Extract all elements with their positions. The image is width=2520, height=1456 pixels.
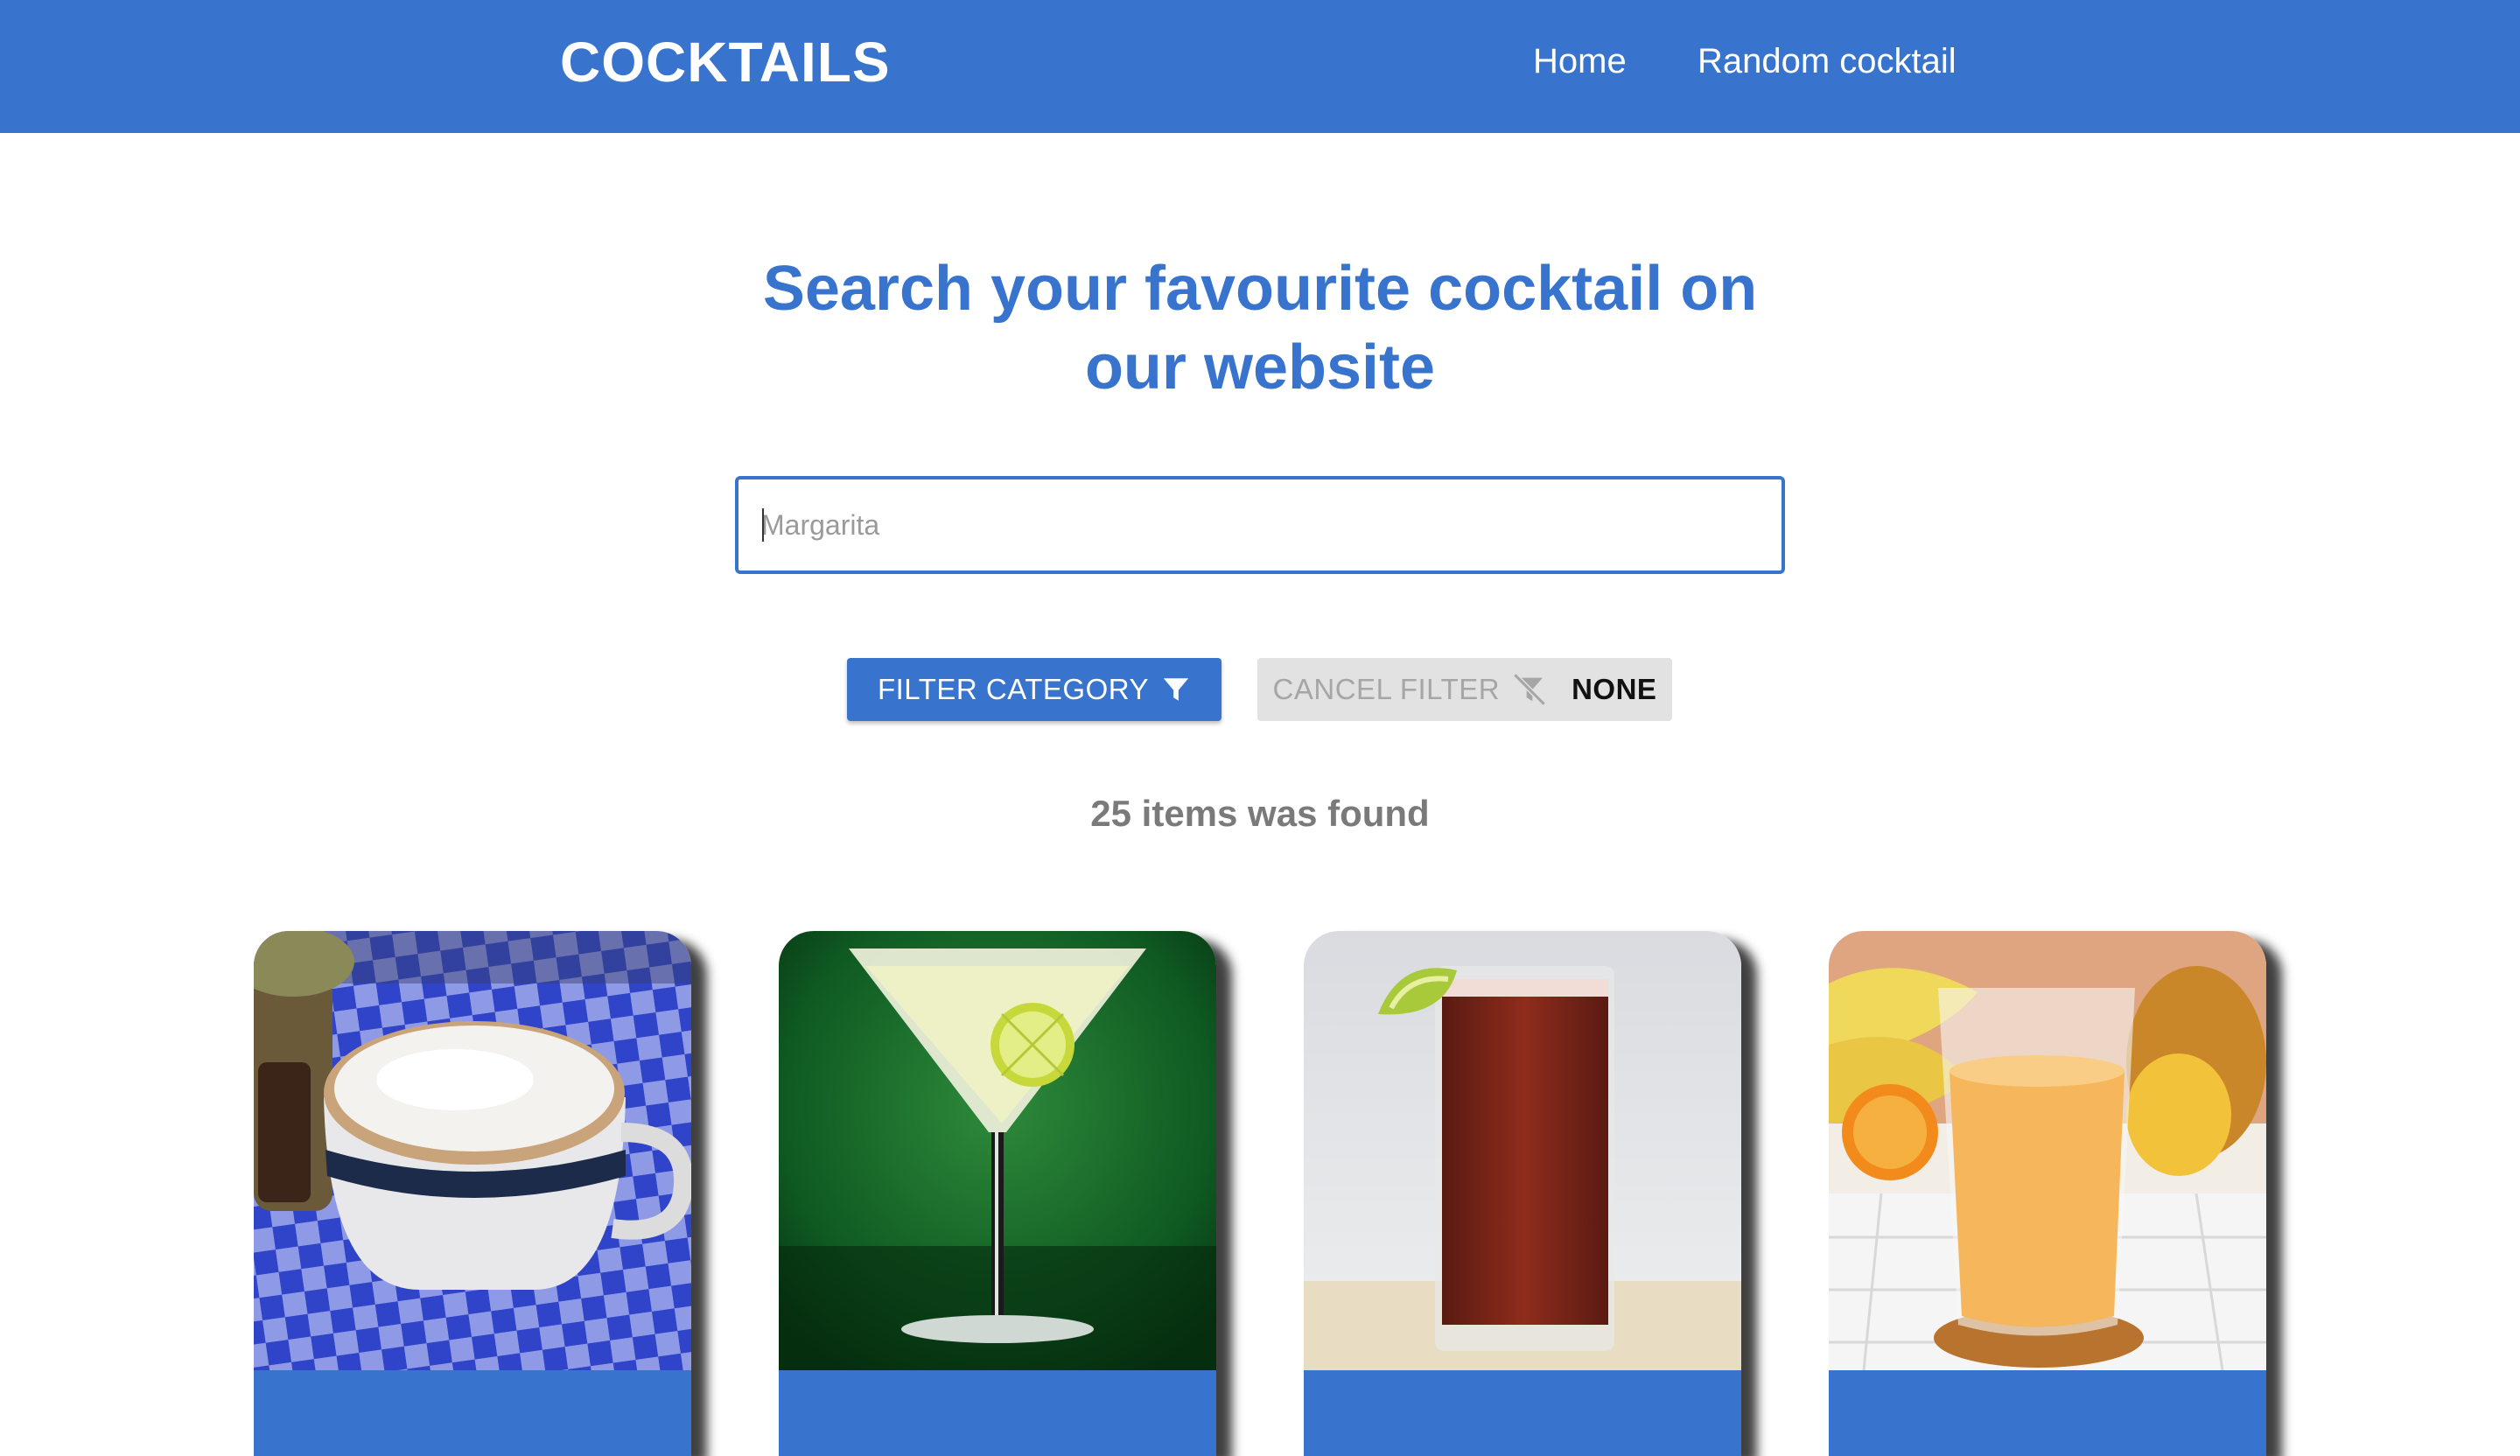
- headline-line-2: our website: [1084, 332, 1436, 402]
- filter-category-button[interactable]: FILTER CATEGORY: [847, 658, 1222, 721]
- top-navbar: COCKTAILS Home Random cocktail: [0, 0, 2520, 133]
- card-caption-band: [254, 1370, 691, 1456]
- card-caption-band: [779, 1370, 1216, 1456]
- search-field[interactable]: [735, 476, 1785, 574]
- nav-home-link[interactable]: Home: [1533, 42, 1627, 81]
- cocktail-image-red-drink: [1304, 931, 1741, 1370]
- filter-off-icon: [1512, 672, 1547, 707]
- text-caret: [762, 508, 764, 542]
- page-headline: Search your favourite cocktail on our we…: [648, 249, 1872, 407]
- brand-logo[interactable]: COCKTAILS: [560, 30, 891, 94]
- cancel-filter-button[interactable]: CANCEL FILTER NONE: [1257, 658, 1672, 721]
- headline-line-1: Search your favourite cocktail on: [762, 254, 1758, 324]
- cocktail-image-martini: [779, 931, 1216, 1370]
- cocktail-card[interactable]: [254, 931, 691, 1456]
- current-category-label: NONE: [1572, 673, 1657, 705]
- filter-category-label: FILTER CATEGORY: [877, 673, 1150, 705]
- results-count: 25 items was found: [1090, 793, 1430, 834]
- cancel-filter-label: CANCEL FILTER: [1272, 673, 1501, 705]
- cocktail-card[interactable]: [1829, 931, 2266, 1456]
- filter-icon: [1161, 675, 1191, 704]
- cocktail-image-cappuccino: [254, 931, 691, 1370]
- card-caption-band: [1829, 1370, 2266, 1456]
- search-input[interactable]: [761, 480, 1759, 570]
- cocktail-image-orange-juice: [1829, 931, 2266, 1370]
- nav-random-cocktail-link[interactable]: Random cocktail: [1698, 42, 1956, 81]
- card-caption-band: [1304, 1370, 1741, 1456]
- cocktail-card[interactable]: [1304, 931, 1741, 1456]
- cocktail-card[interactable]: [779, 931, 1216, 1456]
